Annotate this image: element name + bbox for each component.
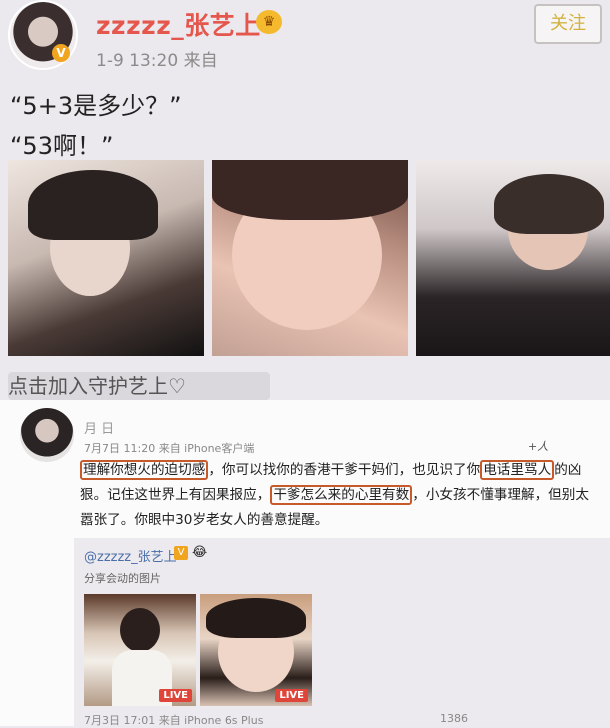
live-photo-2[interactable]: LIVE (200, 594, 312, 706)
follow-button[interactable]: 关注 (534, 4, 602, 44)
verified-badge-icon: V (174, 546, 188, 560)
guard-hint[interactable]: 点击加入守护艺上♡ (8, 372, 270, 400)
post-text-line-1: “5+3是多少？” (10, 92, 182, 120)
post-body: 理解你想火的迫切感 ，你可以找你的香港干爹干妈们，也见识了你 电话里骂人 的凶狠。记住… (80, 458, 600, 533)
live-badge: LIVE (275, 689, 308, 702)
highlight-2: 电话里骂人 (480, 460, 555, 480)
live-photo-1[interactable]: LIVE (84, 594, 196, 706)
post-photo-3[interactable] (416, 160, 610, 356)
quoted-description: 分享会动的图片 (84, 572, 161, 585)
live-badge: LIVE (159, 689, 192, 702)
emoji-icon: 😂 (192, 545, 208, 560)
body-text-1: ，你可以找你的香港干爹干妈们，也见识了你 (208, 462, 481, 478)
like-count[interactable]: 1386 (440, 712, 468, 725)
username[interactable]: 月 日 (84, 418, 114, 437)
handwritten-mark: +人 (528, 440, 549, 453)
quoted-username[interactable]: @zzzzz_张艺上 (84, 546, 177, 565)
post-photo-2[interactable] (212, 160, 408, 356)
crown-icon: ♛ (256, 10, 282, 34)
username[interactable]: zzzzz_张艺上 (96, 6, 261, 42)
highlight-3: 干爹怎么来的心里有数 (270, 485, 413, 505)
avatar[interactable] (8, 0, 78, 70)
post-photo-1[interactable] (8, 160, 204, 356)
post-meta: 1-9 13:20 来自 (96, 51, 218, 71)
post-meta: 7月7日 11:20 来自 iPhone客户端 (84, 442, 255, 455)
post-text-line-2: “53啊！” (10, 132, 114, 160)
highlight-1: 理解你想火的迫切感 (80, 460, 209, 480)
avatar[interactable] (20, 408, 74, 462)
verified-badge-icon: V (52, 44, 70, 62)
